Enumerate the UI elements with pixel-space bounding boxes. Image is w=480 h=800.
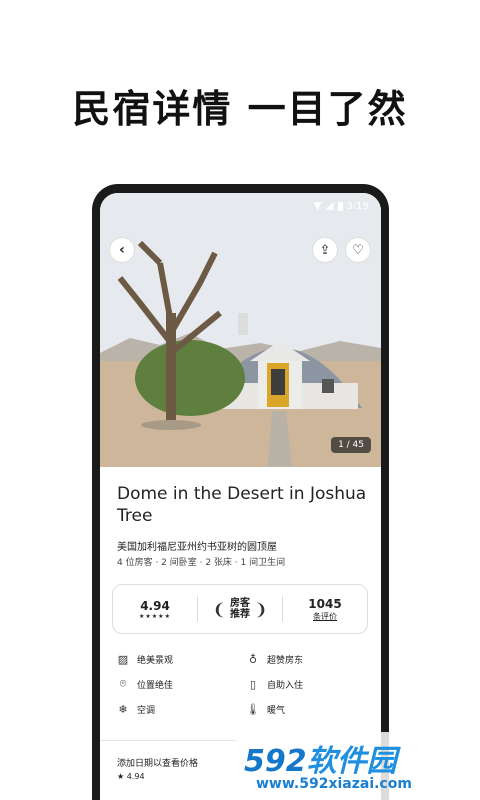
watermark-logo-number: 592 (244, 744, 307, 779)
amenity-item: ❄ 空调 (117, 701, 247, 717)
favorite-button[interactable]: ♡ (345, 237, 371, 263)
watermark-logo-text: 软件园 (306, 744, 397, 779)
watermark-logo: 592软件园 (244, 736, 397, 780)
amenity-item: ⌾ 位置绝佳 (117, 676, 247, 692)
heart-icon: ♡ (352, 242, 364, 258)
amenities-grid: ▨ 绝美景观 ♁ 超赞房东 ⌾ 位置绝佳 ▯ 自助入住 ❄ 空调 🌡 暖气 (117, 651, 367, 717)
signal-icon (325, 202, 334, 210)
amenity-item: ▨ 绝美景观 (117, 651, 247, 667)
rating-stars: ★★★★★ (139, 612, 171, 620)
share-button[interactable]: ⇪ (312, 237, 338, 263)
share-icon: ⇪ (319, 242, 331, 258)
promo-headline: 民宿详情 一目了然 (72, 87, 408, 131)
listing-photo[interactable]: 3:19 ‹ ⇪ ♡ 1 / 45 (100, 193, 381, 467)
amenity-item: ▯ 自助入住 (247, 676, 367, 692)
laurel-right-icon: ❩ (254, 599, 268, 619)
amenity-label: 超赞房东 (267, 655, 304, 666)
badge-line-2: 推荐 (230, 609, 250, 620)
superhost-medal-icon: ♁ (248, 652, 258, 666)
status-bar: 3:19 (313, 199, 369, 213)
booking-rating: ★ 4.94 (117, 772, 145, 781)
thermometer-icon: 🌡 (246, 702, 260, 716)
stats-card: 4.94 ★★★★★ ❨ 房客 推荐 ❩ 1045 条评价 (112, 584, 368, 634)
watermark-url: www.592xiazai.com (256, 776, 412, 792)
amenity-label: 空调 (137, 705, 156, 716)
watermark: 592软件园 www.592xiazai.com (236, 732, 480, 800)
badge-line-1: 房客 (230, 598, 250, 609)
battery-icon (337, 201, 343, 211)
laurel-left-icon: ❨ (212, 599, 226, 619)
reviews-stat[interactable]: 1045 条评价 (283, 597, 367, 622)
price-hint: 添加日期以查看价格 (117, 759, 199, 769)
snowflake-icon: ❄ (118, 702, 128, 716)
reviews-link[interactable]: 条评价 (283, 611, 367, 622)
photo-counter: 1 / 45 (331, 437, 371, 453)
landscape-icon: ▨ (117, 652, 129, 666)
amenity-label: 自助入住 (267, 680, 304, 691)
amenity-label: 暖气 (267, 705, 286, 716)
amenity-label: 绝美景观 (137, 655, 174, 666)
chevron-left-icon: ‹ (119, 242, 125, 258)
status-time: 3:19 (346, 200, 369, 212)
rating-value: 4.94 (140, 598, 170, 613)
reviews-count: 1045 (308, 596, 342, 611)
listing-title: Dome in the Desert in Joshua Tree (117, 484, 367, 526)
wifi-icon (313, 202, 322, 210)
back-button[interactable]: ‹ (109, 237, 135, 263)
listing-location: 美国加利福尼亚州约书亚树的圆顶屋 (117, 542, 277, 553)
amenity-item: ♁ 超赞房东 (247, 651, 367, 667)
rating-stat: 4.94 ★★★★★ (113, 599, 197, 620)
location-pin-icon: ⌾ (119, 677, 127, 690)
amenity-item: 🌡 暖气 (246, 701, 367, 717)
guest-favorite-badge: ❨ 房客 推荐 ❩ (198, 598, 282, 620)
door-icon: ▯ (249, 677, 257, 691)
dome-house-illustration (100, 193, 381, 467)
amenity-label: 位置绝佳 (137, 680, 174, 691)
listing-details: 4 位房客 · 2 间卧室 · 2 张床 · 1 间卫生间 (117, 558, 286, 568)
phone-screen: 3:19 ‹ ⇪ ♡ 1 / 45 Dome in the Desert in … (100, 193, 381, 800)
